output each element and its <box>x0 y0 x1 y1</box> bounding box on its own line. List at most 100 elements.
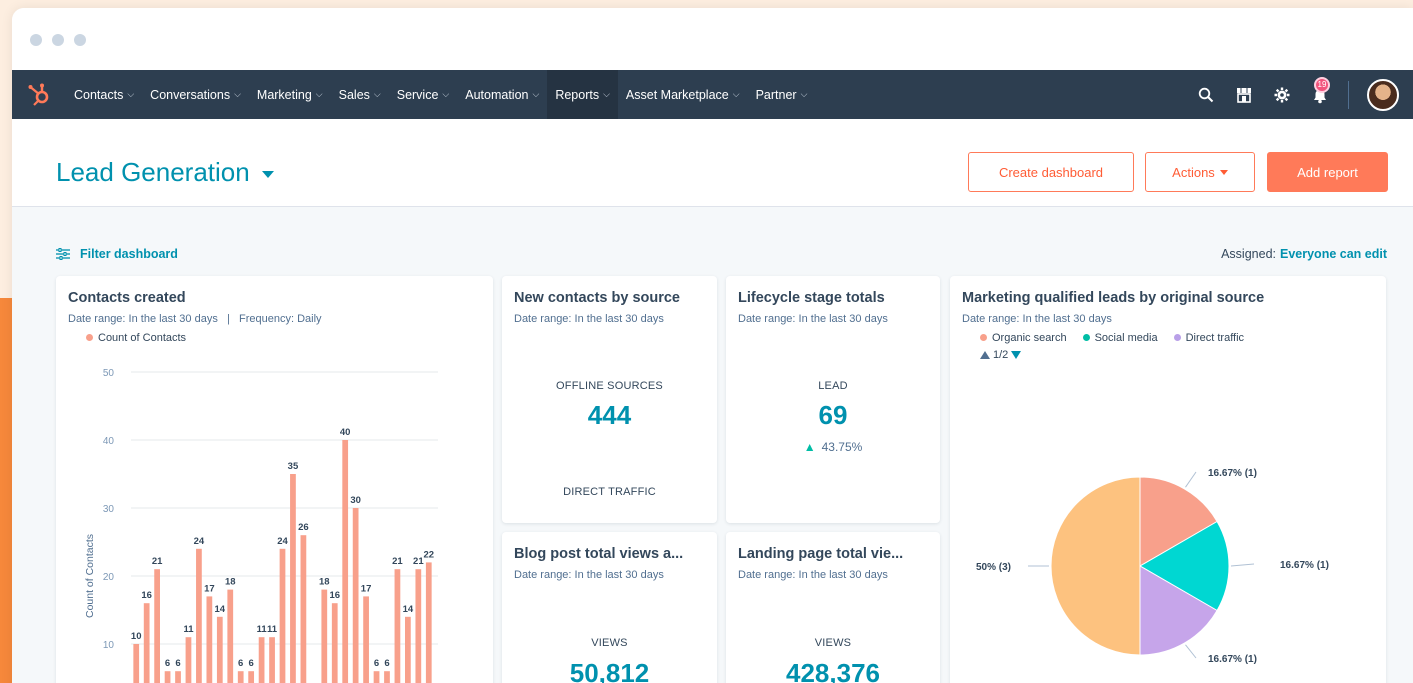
window-dot[interactable] <box>30 34 42 46</box>
caret-down-icon <box>1219 169 1228 175</box>
lifecycle-stage-totals-card[interactable]: Lifecycle stage totals Date range: In th… <box>726 276 940 523</box>
new-contacts-by-source-card[interactable]: New contacts by source Date range: In th… <box>502 276 717 523</box>
nav-reports[interactable]: Reports ⌵ <box>547 70 618 119</box>
actions-button[interactable]: Actions <box>1145 152 1255 192</box>
window-dot[interactable] <box>52 34 64 46</box>
dashboard-header: Lead Generation Create dashboard Actions… <box>12 119 1413 207</box>
bar <box>206 596 213 683</box>
marketplace-icon[interactable] <box>1234 85 1254 105</box>
pie-slice-label: 16.67% (1) <box>1208 654 1257 665</box>
nav-automation[interactable]: Automation ⌵ <box>457 70 547 119</box>
bar-data-label: 30 <box>350 495 361 506</box>
bar-data-label: 18 <box>225 577 236 588</box>
metric-label: OFFLINE SOURCES <box>556 380 663 392</box>
legend-label: Organic search <box>992 332 1067 344</box>
metric-value: 69 <box>818 400 848 430</box>
button-label: Add report <box>1297 164 1358 180</box>
mql-by-source-card[interactable]: Marketing qualified leads by original so… <box>950 276 1386 683</box>
assigned-permission-link[interactable]: Everyone can edit <box>1280 247 1387 261</box>
bar <box>258 637 265 683</box>
window-dot[interactable] <box>74 34 86 46</box>
trend-up-icon: ▲ <box>803 440 816 454</box>
bar <box>175 671 181 683</box>
landing-page-views-card[interactable]: Landing page total vie... Date range: In… <box>726 532 940 683</box>
metric-value: 50,812 <box>569 658 650 683</box>
gear-icon[interactable] <box>1272 85 1292 105</box>
filter-label: Filter dashboard <box>80 247 178 261</box>
assigned-label: Assigned: <box>1221 247 1276 261</box>
bar-data-label: 16 <box>141 590 152 601</box>
mql-pie-chart: 16.67% (1) 16.67% (1) 16.67% (1) 50% (3) <box>976 468 1329 665</box>
nav-asset-marketplace[interactable]: Asset Marketplace ⌵ <box>618 70 748 119</box>
pager-down-icon[interactable] <box>1011 351 1022 359</box>
bar <box>384 671 390 683</box>
chevron-down-icon: ⌵ <box>315 89 323 99</box>
bar-data-label: 21 <box>152 556 163 567</box>
dashboard-selector[interactable]: Lead Generation <box>56 157 274 188</box>
search-icon[interactable] <box>1196 85 1216 105</box>
nav-conversations[interactable]: Conversations ⌵ <box>142 70 249 119</box>
nav-divider <box>1348 80 1349 109</box>
pie-slice-label: 16.67% (1) <box>1280 560 1329 571</box>
filter-icon <box>56 248 70 260</box>
legend-label: Count of Contacts <box>98 332 187 344</box>
bar <box>227 589 234 683</box>
card-title[interactable]: New contacts by source <box>514 290 680 306</box>
bar <box>394 569 401 683</box>
chevron-down-icon: ⌵ <box>603 89 610 99</box>
card-title[interactable]: Lifecycle stage totals <box>738 290 885 306</box>
notifications-icon[interactable]: 19 <box>1310 76 1330 105</box>
nav-utilities: 19 <box>1196 70 1399 119</box>
bar-data-label: 17 <box>204 583 215 594</box>
bar <box>405 616 411 683</box>
bar <box>415 569 422 683</box>
card-subtitle: Date range: In the last 30 days | Freque… <box>68 313 322 325</box>
nav-marketing[interactable]: Marketing ⌵ <box>249 70 331 119</box>
pager-up-icon[interactable] <box>980 351 990 359</box>
legend-swatch <box>86 334 93 341</box>
bar-data-label: 14 <box>215 604 226 615</box>
bar-data-label: 24 <box>277 536 288 547</box>
bar <box>279 548 286 683</box>
pie-leader-line <box>1185 471 1197 488</box>
nav-service[interactable]: Service ⌵ <box>389 70 458 119</box>
bar-data-label: 11 <box>257 624 268 635</box>
nav-contacts[interactable]: Contacts ⌵ <box>66 70 142 119</box>
card-subtitle: Date range: In the last 30 days <box>514 569 664 581</box>
nav-partner[interactable]: Partner ⌵ <box>748 70 816 119</box>
pie-leader-line <box>1230 563 1255 567</box>
bar-data-label: 11 <box>267 624 278 635</box>
hubspot-logo-icon[interactable] <box>26 82 52 108</box>
y-tick-label: 20 <box>103 572 115 583</box>
bar-data-label: 14 <box>403 604 414 615</box>
card-subtitle: Date range: In the last 30 days <box>738 313 888 325</box>
card-title[interactable]: Contacts created <box>68 290 186 306</box>
filter-dashboard-link[interactable]: Filter dashboard <box>56 247 178 261</box>
bar-data-label: 16 <box>329 590 340 601</box>
bar <box>290 474 296 683</box>
nav-label: Automation <box>465 87 529 102</box>
bar <box>321 589 328 683</box>
bar <box>373 671 380 683</box>
legend-item: Direct traffic <box>1173 332 1244 344</box>
card-title[interactable]: Landing page total vie... <box>738 546 903 562</box>
page-title: Lead Generation <box>56 157 250 187</box>
contacts-created-card[interactable]: Contacts created Date range: In the last… <box>56 276 493 683</box>
contacts-bar-chart: 1020304050Count of Contacts1016216 611241… <box>84 368 438 683</box>
bar-data-label: 6 <box>374 658 379 669</box>
bar <box>269 637 275 683</box>
change-value: 43.75% <box>821 440 863 454</box>
card-title[interactable]: Blog post total views a... <box>514 546 683 562</box>
nav-label: Reports <box>555 87 600 102</box>
nav-label: Conversations <box>150 87 231 102</box>
create-dashboard-button[interactable]: Create dashboard <box>968 152 1134 192</box>
card-title[interactable]: Marketing qualified leads by original so… <box>962 290 1264 306</box>
user-avatar[interactable] <box>1367 78 1399 111</box>
blog-post-views-card[interactable]: Blog post total views a... Date range: I… <box>502 532 717 683</box>
bar <box>352 508 359 683</box>
add-report-button[interactable]: Add report <box>1267 152 1388 192</box>
metric-value: 444 <box>587 400 632 430</box>
legend-swatch <box>1173 334 1181 341</box>
pager-label: 1/2 <box>993 349 1009 361</box>
nav-sales[interactable]: Sales ⌵ <box>331 70 389 119</box>
